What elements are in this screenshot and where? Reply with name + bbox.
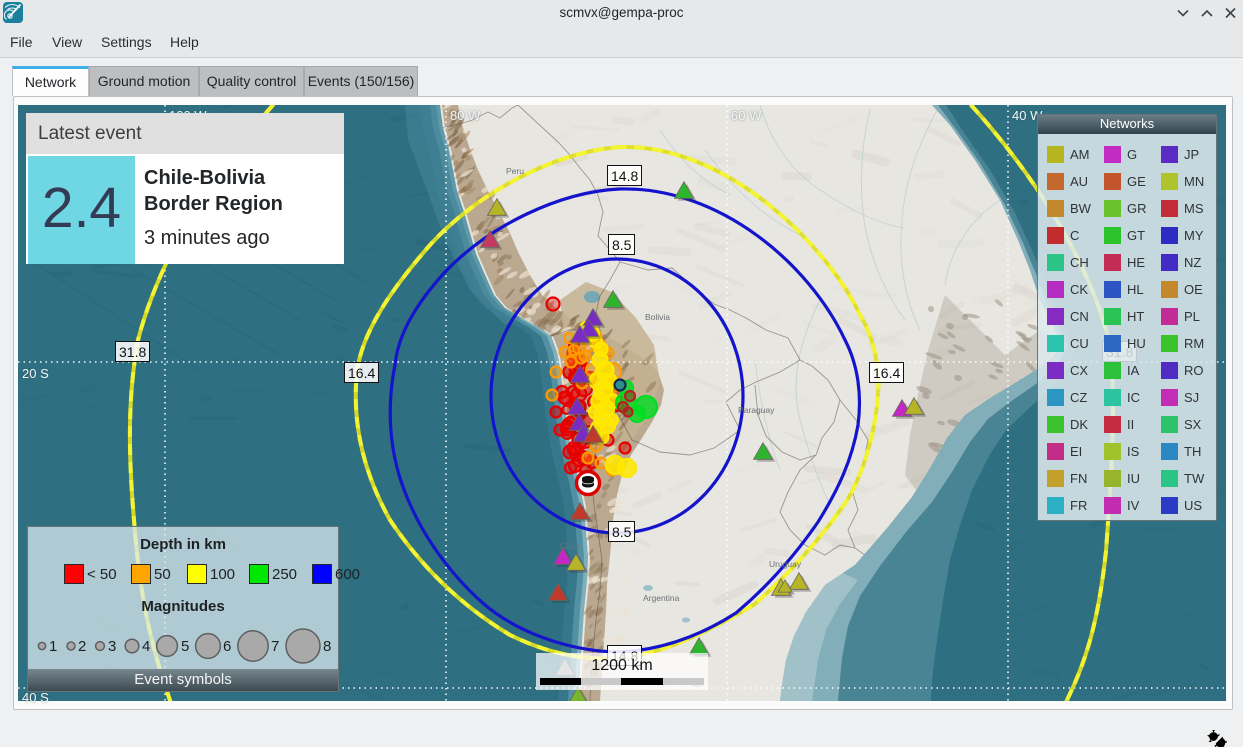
svg-text:6: 6	[223, 638, 231, 655]
svg-text:4: 4	[142, 638, 150, 655]
svg-text:8: 8	[323, 638, 331, 655]
svg-text:5: 5	[181, 638, 189, 655]
svg-text:1: 1	[49, 638, 57, 655]
svg-text:3: 3	[108, 638, 116, 655]
svg-text:7: 7	[271, 638, 279, 655]
svg-text:2: 2	[78, 638, 86, 655]
